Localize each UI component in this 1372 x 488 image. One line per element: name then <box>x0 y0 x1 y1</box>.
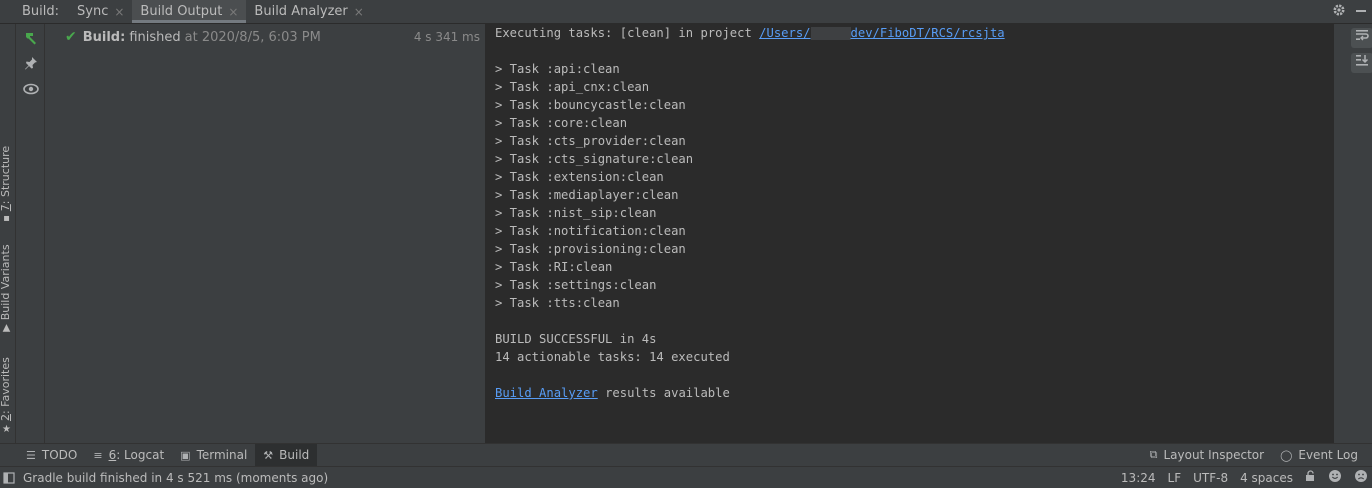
build-result-line: BUILD SUCCESSFUL in 4s <box>495 332 657 346</box>
project-path-part1: /Users/ <box>759 26 811 40</box>
checkmark-icon: ✔ <box>65 29 77 45</box>
status-bar: Gradle build finished in 4 s 521 ms (mom… <box>0 466 1372 488</box>
terminal-icon: ▣ <box>180 448 191 462</box>
close-icon[interactable]: × <box>228 5 238 19</box>
tab-event-log[interactable]: ◯ Event Log <box>1272 444 1366 466</box>
build-toolbar <box>16 24 45 443</box>
status-message[interactable]: Gradle build finished in 4 s 521 ms (mom… <box>23 471 328 485</box>
header-actions <box>1328 0 1372 23</box>
left-tool-stripe: ▪7: Structure ▲Build Variants ★ 2: Favori… <box>0 24 16 443</box>
pin-icon[interactable] <box>22 56 40 74</box>
tab-todo-label: TODO <box>41 448 78 462</box>
tab-logcat-label: : Logcat <box>116 448 165 462</box>
project-path-link[interactable]: /Users/dev/FiboDT/RCS/rcsjta <box>759 26 1005 40</box>
tab-build-output[interactable]: Build Output × <box>132 0 247 23</box>
logcat-mnemonic: 6 <box>108 448 117 462</box>
indent-setting[interactable]: 4 spaces <box>1240 471 1293 485</box>
tab-todo[interactable]: ☰ TODO <box>18 444 85 466</box>
structure-mnemonic: 7 <box>0 204 12 212</box>
bottom-tool-bar: ☰ TODO ≡ 6: Logcat ▣ Terminal ⚒ Build ⧉ Layou… <box>0 443 1372 466</box>
tab-build-output-label: Build Output <box>140 4 223 19</box>
tab-layout-inspector-label: Layout Inspector <box>1163 448 1265 462</box>
tab-build-label: Build <box>279 448 310 462</box>
layout-inspector-icon: ⧉ <box>1149 448 1158 461</box>
tab-terminal[interactable]: ▣ Terminal <box>172 444 255 466</box>
project-path-part2: dev/FiboDT/RCS/rcsjta <box>850 26 1005 40</box>
stripe-tab-favorites[interactable]: ★ 2: Favorites <box>0 357 12 436</box>
task-line: > Task :provisioning:clean <box>495 242 686 256</box>
lock-icon[interactable] <box>1305 470 1316 485</box>
soft-wrap-icon[interactable] <box>1351 28 1372 48</box>
tab-logcat[interactable]: ≡ 6: Logcat <box>85 444 172 466</box>
close-icon[interactable]: × <box>114 5 124 19</box>
console-toolbar <box>1335 24 1372 443</box>
build-timestamp: at 2020/8/5, 6:03 PM <box>184 29 321 45</box>
hammer-icon[interactable] <box>22 30 40 48</box>
build-status-label: Build: <box>82 29 126 45</box>
panel-toggle-icon[interactable] <box>3 471 15 484</box>
build-console-output[interactable]: Executing tasks: [clean] in project /Use… <box>486 24 1334 443</box>
task-line: > Task :notification:clean <box>495 224 686 238</box>
build-status-row[interactable]: ✔ Build: finished at 2020/8/5, 6:03 PM 4… <box>65 27 480 47</box>
structure-icon: ▪ <box>3 213 10 225</box>
minimize-icon[interactable] <box>1350 3 1372 21</box>
tab-sync[interactable]: Sync × <box>69 0 132 23</box>
tab-event-log-label: Event Log <box>1298 448 1358 462</box>
task-line: > Task :tts:clean <box>495 296 620 310</box>
task-line: > Task :mediaplayer:clean <box>495 188 679 202</box>
sad-face-icon[interactable] <box>1354 469 1368 486</box>
file-encoding[interactable]: UTF-8 <box>1193 471 1228 485</box>
task-line: > Task :extension:clean <box>495 170 664 184</box>
eye-icon[interactable] <box>22 82 40 100</box>
tab-sync-label: Sync <box>77 4 109 19</box>
star-icon: ★ <box>2 424 11 436</box>
close-icon[interactable]: × <box>354 5 364 19</box>
tab-build[interactable]: ⚒ Build <box>255 444 318 466</box>
event-log-icon: ◯ <box>1280 448 1293 462</box>
build-variants-label: Build Variants <box>0 244 12 321</box>
build-variants-icon: ▲ <box>2 322 11 334</box>
line-separator[interactable]: LF <box>1168 471 1182 485</box>
task-line: > Task :settings:clean <box>495 278 657 292</box>
status-widgets: 13:24 LF UTF-8 4 spaces <box>1109 467 1368 488</box>
task-line: > Task :nist_sip:clean <box>495 206 657 220</box>
task-line: > Task :cts_provider:clean <box>495 134 686 148</box>
task-line: > Task :api:clean <box>495 62 620 76</box>
executing-line: Executing tasks: [clean] in project /Use… <box>495 24 1005 42</box>
build-tool-window-header: Build: Sync × Build Output × Build Analy… <box>0 0 1372 24</box>
build-duration: 4 s 341 ms <box>413 30 480 44</box>
task-line: > Task :bouncycastle:clean <box>495 98 686 112</box>
redacted-username <box>810 27 851 40</box>
executing-prefix: Executing tasks: [clean] in project <box>495 26 760 40</box>
task-line: > Task :api_cnx:clean <box>495 80 650 94</box>
tab-terminal-label: Terminal <box>196 448 248 462</box>
gear-icon[interactable] <box>1328 3 1350 21</box>
caret-position[interactable]: 13:24 <box>1121 471 1156 485</box>
stripe-tab-structure[interactable]: ▪7: Structure <box>0 145 12 225</box>
hammer-icon: ⚒ <box>263 448 274 462</box>
build-tree-panel: ✔ Build: finished at 2020/8/5, 6:03 PM 4… <box>45 24 486 443</box>
task-line: > Task :core:clean <box>495 116 628 130</box>
favorites-label: : Favorites <box>0 357 12 415</box>
tab-build-analyzer[interactable]: Build Analyzer × <box>246 0 371 23</box>
task-line: > Task :RI:clean <box>495 260 613 274</box>
scroll-to-end-icon[interactable] <box>1351 53 1372 73</box>
list-icon: ☰ <box>26 448 36 462</box>
stripe-tab-build-variants[interactable]: ▲Build Variants <box>0 244 12 334</box>
logcat-icon: ≡ <box>93 448 103 462</box>
task-summary-line: 14 actionable tasks: 14 executed <box>495 350 730 364</box>
tool-window-title: Build: <box>22 4 60 19</box>
tab-layout-inspector[interactable]: ⧉ Layout Inspector <box>1142 444 1272 466</box>
smiley-icon[interactable] <box>1328 469 1342 486</box>
tab-build-analyzer-label: Build Analyzer <box>254 4 348 19</box>
favorites-mnemonic: 2 <box>0 414 12 422</box>
analyzer-line: Build Analyzer results available <box>495 384 730 402</box>
task-line: > Task :cts_signature:clean <box>495 152 694 166</box>
structure-label: : Structure <box>0 145 12 205</box>
bottom-right-tabs: ⧉ Layout Inspector ◯ Event Log <box>1142 444 1366 466</box>
analyzer-rest: results available <box>597 386 730 400</box>
build-status-text: finished <box>129 29 181 45</box>
build-analyzer-link[interactable]: Build Analyzer <box>495 386 598 400</box>
